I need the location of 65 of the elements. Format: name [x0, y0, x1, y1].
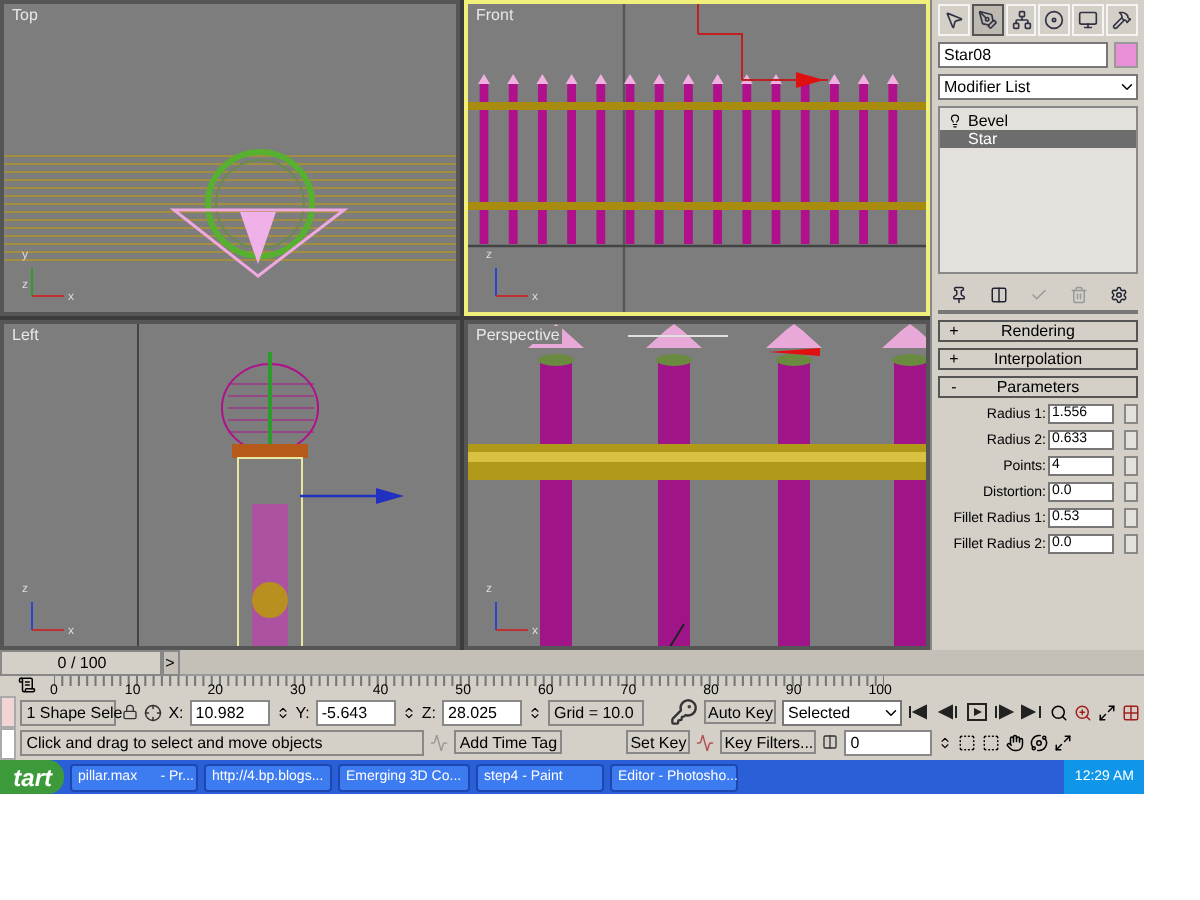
viewport-label: Top	[10, 6, 40, 24]
extents-icon[interactable]	[1098, 703, 1116, 721]
spinner-icon[interactable]	[275, 705, 290, 719]
zoom-all-icon[interactable]	[1074, 703, 1092, 721]
monitor-icon	[1078, 10, 1099, 30]
panel-tab[interactable]	[971, 4, 1004, 36]
track-bar-icon[interactable]	[18, 676, 36, 694]
time-slider-thumb[interactable]: 0 / 100	[0, 650, 164, 676]
key-filters-button[interactable]: Key Filters...	[720, 730, 817, 754]
axis-label: Z:	[421, 703, 436, 721]
playback-controls-drawing[interactable]	[908, 702, 1044, 722]
viewport-label: Front	[474, 6, 516, 24]
extents-all-icon[interactable]	[1122, 703, 1140, 721]
hierarchy-icon	[1011, 10, 1032, 30]
lock-icon[interactable]	[122, 704, 139, 720]
pan-icon[interactable]	[1006, 733, 1025, 751]
viewport-label: Perspective	[474, 326, 562, 344]
axis-label: Y:	[295, 703, 310, 721]
hammer-icon	[1112, 10, 1133, 30]
axis-label: X:	[168, 703, 184, 721]
bulb-icon	[948, 114, 962, 128]
key-icon[interactable]	[670, 698, 698, 726]
script-listener-field[interactable]	[0, 696, 17, 728]
modifier-stack-item[interactable]: Star	[940, 130, 1136, 148]
rollout-header[interactable]: - Parameters	[938, 376, 1138, 398]
coordinate-field[interactable]: 10.982	[189, 699, 270, 725]
rollout-header[interactable]: + Rendering	[938, 320, 1138, 342]
next-frame-button[interactable]: >	[160, 650, 180, 676]
spinner-icon[interactable]	[401, 705, 416, 719]
auto-key-button[interactable]: Auto Key	[704, 700, 776, 724]
viewport-label: Left	[10, 326, 41, 344]
key-mode-dropdown[interactable]: Selected	[782, 699, 902, 725]
columns-icon[interactable]	[989, 286, 1007, 304]
start-button[interactable]: tart	[0, 760, 64, 794]
disc-icon	[1044, 10, 1065, 30]
time-config-icon[interactable]	[958, 733, 977, 751]
key-mode-icon[interactable]	[822, 734, 839, 750]
grid-size: Grid = 10.0	[548, 699, 644, 725]
settings-icon[interactable]	[1109, 286, 1127, 304]
region-zoom-icon[interactable]	[982, 733, 1001, 751]
coordinate-field[interactable]: -5.643	[315, 699, 396, 725]
time-slider-track[interactable]: 0 / 100 >	[0, 650, 1144, 676]
color-swatch[interactable]	[1114, 42, 1138, 68]
orbit-icon[interactable]	[1030, 733, 1049, 751]
check-icon[interactable]	[1029, 286, 1047, 304]
script-listener-field[interactable]	[0, 728, 17, 760]
frame-field[interactable]: 0	[844, 729, 933, 755]
add-time-tag-button[interactable]: Add Time Tag	[454, 730, 563, 754]
selection-count: 1 Shape Sele	[20, 699, 117, 725]
spinner-icon[interactable]	[528, 705, 542, 719]
coordinate-field[interactable]: 28.025	[442, 699, 522, 725]
set-key-button[interactable]: Set Key	[626, 730, 691, 754]
spinner-icon[interactable]	[938, 735, 953, 749]
maximize-icon[interactable]	[1054, 733, 1073, 751]
modifier-stack-item[interactable]: Bevel	[940, 112, 1136, 130]
pointer-icon	[943, 10, 964, 30]
pin-icon[interactable]	[949, 286, 967, 304]
pen-icon	[977, 10, 998, 30]
object-name-field[interactable]: Star08	[938, 42, 1108, 68]
transform-mode-icon[interactable]	[144, 703, 163, 721]
modifier-list-dropdown[interactable]: Modifier List	[938, 74, 1138, 100]
zoom-icon[interactable]	[1050, 703, 1068, 721]
rollout-header[interactable]: + Interpolation	[938, 348, 1138, 370]
curve-icon[interactable]	[696, 733, 715, 751]
prompt-text: Click and drag to select and move objects	[20, 729, 425, 755]
